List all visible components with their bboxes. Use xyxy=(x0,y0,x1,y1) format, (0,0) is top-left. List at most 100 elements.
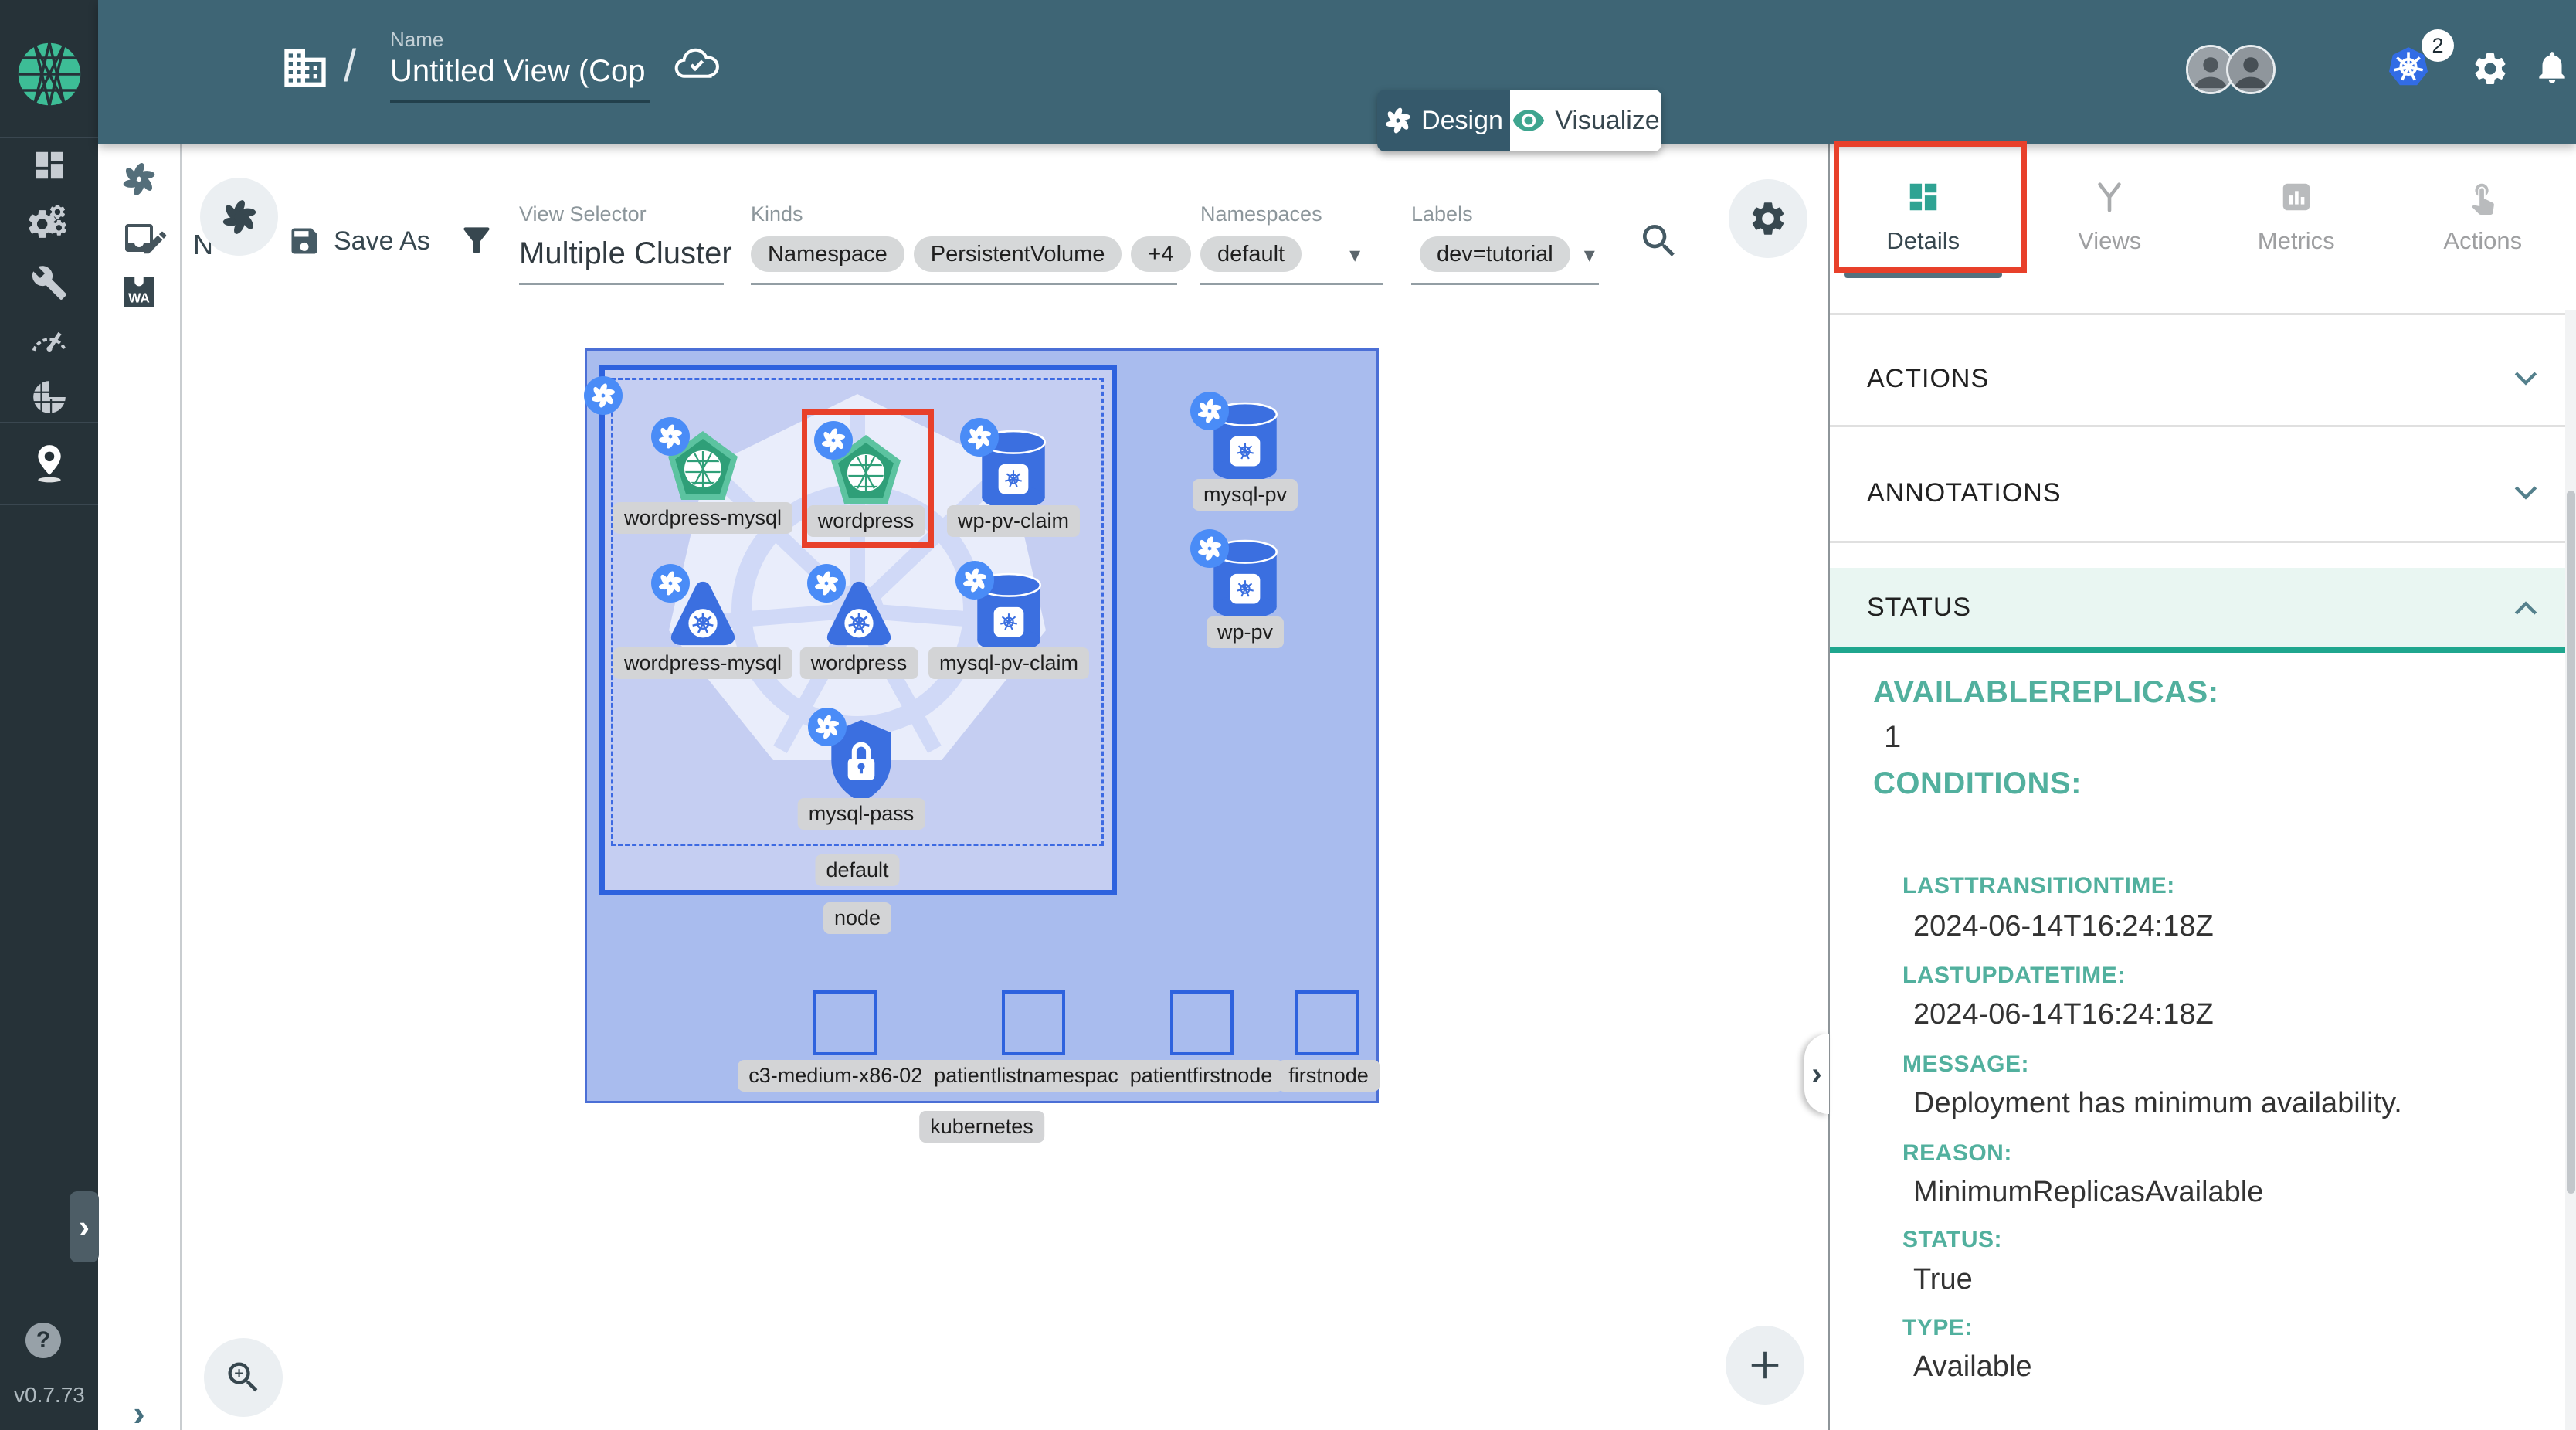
status-key: LASTTRANSITIONTIME: xyxy=(1902,873,2175,899)
annotation-box-details-tab xyxy=(1834,141,2027,273)
entity-label: wordpress xyxy=(800,647,918,679)
scrollbar-thumb[interactable] xyxy=(2567,491,2575,1194)
status-key: STATUS: xyxy=(1902,1227,2002,1253)
sidebar-expand-button[interactable]: › xyxy=(70,1191,99,1262)
organization-icon[interactable] xyxy=(280,43,330,93)
status-key: LASTUPDATETIME: xyxy=(1902,963,2126,989)
sidebar-item-extensions[interactable] xyxy=(30,378,69,416)
host-square[interactable] xyxy=(813,990,877,1055)
status-key: TYPE: xyxy=(1902,1315,1973,1341)
label-chip[interactable]: dev=tutorial xyxy=(1420,236,1570,272)
app-header: / Name 2 Design Visualize xyxy=(98,0,2576,144)
namespaces-filter[interactable]: default ▾ xyxy=(1200,236,1360,272)
status-value: Deployment has minimum availability. xyxy=(1913,1087,2402,1120)
kubernetes-connection-badge xyxy=(960,418,999,457)
save-as-label: Save As xyxy=(334,226,430,256)
host-label: patientfirstnode xyxy=(1119,1060,1284,1092)
sidebar-item-performance[interactable] xyxy=(29,322,70,355)
host-square[interactable] xyxy=(1170,990,1234,1055)
kubernetes-connection-badge xyxy=(1190,392,1229,430)
view-selector-dropdown[interactable]: Multiple Cluster ▾ xyxy=(519,236,768,271)
kind-chip[interactable]: PersistentVolume xyxy=(914,236,1122,272)
visualize-eye-icon xyxy=(1512,104,1546,138)
status-key: AVAILABLEREPLICAS: xyxy=(1873,675,2219,710)
tab-views[interactable]: Views xyxy=(2017,144,2204,290)
namespace-chip[interactable]: default xyxy=(1200,236,1302,272)
host-square[interactable] xyxy=(1295,990,1359,1055)
help-button[interactable]: ? xyxy=(25,1323,61,1358)
sidebar-item-configuration[interactable] xyxy=(31,264,68,301)
wasm-filter-icon[interactable]: WA xyxy=(121,274,157,310)
notifications-bell-icon[interactable] xyxy=(2533,48,2571,87)
mode-toggle: Design Visualize xyxy=(1377,90,1661,151)
node-label: node xyxy=(823,902,891,934)
accordion-status[interactable]: STATUS xyxy=(1830,568,2576,653)
host-label: firstnode xyxy=(1278,1060,1380,1092)
details-panel: Details Views Metrics Actions ACTIONS AN… xyxy=(1828,144,2576,1430)
breadcrumb-separator: / xyxy=(344,40,356,92)
namespaces-label: Namespaces xyxy=(1200,202,1322,226)
meshery-logo[interactable] xyxy=(17,42,82,107)
sidebar-item-dashboard[interactable] xyxy=(32,148,67,183)
tab-actions[interactable]: Actions xyxy=(2390,144,2576,290)
component-shape-button[interactable] xyxy=(200,178,278,256)
status-key: REASON: xyxy=(1902,1140,2012,1167)
search-icon[interactable] xyxy=(1638,219,1681,263)
kubernetes-connection-badge xyxy=(1190,529,1229,568)
namespace-label: default xyxy=(815,854,899,886)
accordion-annotations[interactable]: ANNOTATIONS xyxy=(1830,445,2576,541)
accordion-actions[interactable]: ACTIONS xyxy=(1830,332,2576,425)
labels-filter[interactable]: dev=tutorial ▾ xyxy=(1420,236,1595,272)
status-value: 1 xyxy=(1884,720,1901,755)
edit-pencil-icon[interactable] xyxy=(141,228,170,257)
tab-visualize[interactable]: Visualize xyxy=(1510,90,1661,151)
host-square[interactable] xyxy=(1002,990,1065,1055)
chevron-down-icon[interactable]: ▾ xyxy=(1584,242,1595,267)
entity-label: wordpress-mysql xyxy=(613,647,792,679)
strip-expand-chevron[interactable]: › xyxy=(133,1392,144,1430)
view-name-underline xyxy=(390,100,650,103)
zoom-in-button[interactable] xyxy=(204,1338,283,1417)
canvas-tool-strip: WA › xyxy=(98,144,182,1430)
panel-scrollbar[interactable] xyxy=(2565,310,2576,1430)
save-as-button[interactable]: Save As xyxy=(287,224,430,258)
sidebar-item-kanvas-pin[interactable] xyxy=(32,443,66,484)
view-name-label: Name xyxy=(390,28,443,52)
kubernetes-connection-badge xyxy=(651,564,690,603)
labels-label: Labels xyxy=(1411,202,1473,226)
status-key: MESSAGE: xyxy=(1902,1051,2029,1078)
entity-label: mysql-pass xyxy=(798,798,925,830)
plus-icon xyxy=(1747,1347,1783,1383)
designs-pinwheel-icon[interactable] xyxy=(121,161,157,197)
metrics-bar-chart-icon xyxy=(2279,179,2314,215)
kubernetes-context-count-badge: 2 xyxy=(2422,29,2454,62)
add-node-button[interactable] xyxy=(1726,1326,1804,1405)
kubernetes-connection-badge xyxy=(807,564,846,603)
design-pinwheel-icon xyxy=(1384,107,1412,134)
status-value: 2024-06-14T16:24:18Z xyxy=(1913,998,2214,1031)
tab-design[interactable]: Design xyxy=(1377,90,1510,151)
view-name-input[interactable] xyxy=(390,54,645,89)
flower-shape-icon xyxy=(221,199,258,236)
kubernetes-connection-badge xyxy=(651,417,690,456)
kind-chip-more[interactable]: +4 xyxy=(1131,236,1190,272)
collaborator-avatar[interactable] xyxy=(2226,45,2276,94)
kinds-filter[interactable]: Namespace PersistentVolume +4 ▾ xyxy=(751,236,1216,272)
chevron-up-icon xyxy=(2513,600,2539,616)
entity-label: mysql-pv-claim xyxy=(928,647,1089,679)
save-icon xyxy=(287,224,321,258)
kubernetes-connection-badge xyxy=(584,376,623,415)
chevron-down-icon xyxy=(2513,370,2539,387)
kind-chip[interactable]: Namespace xyxy=(751,236,904,272)
cloud-saved-icon xyxy=(673,46,721,85)
kinds-label: Kinds xyxy=(751,202,803,226)
actions-hand-icon xyxy=(2465,179,2500,215)
settings-icon[interactable] xyxy=(2471,49,2510,88)
panel-collapse-handle[interactable]: › xyxy=(1804,1034,1829,1114)
filter-funnel-icon[interactable] xyxy=(457,221,496,260)
canvas-settings-button[interactable] xyxy=(1729,179,1807,258)
tab-metrics[interactable]: Metrics xyxy=(2203,144,2390,290)
sidebar-item-lifecycle[interactable] xyxy=(28,205,71,243)
annotation-box-wordpress xyxy=(802,409,934,548)
chevron-down-icon[interactable]: ▾ xyxy=(1349,242,1360,267)
